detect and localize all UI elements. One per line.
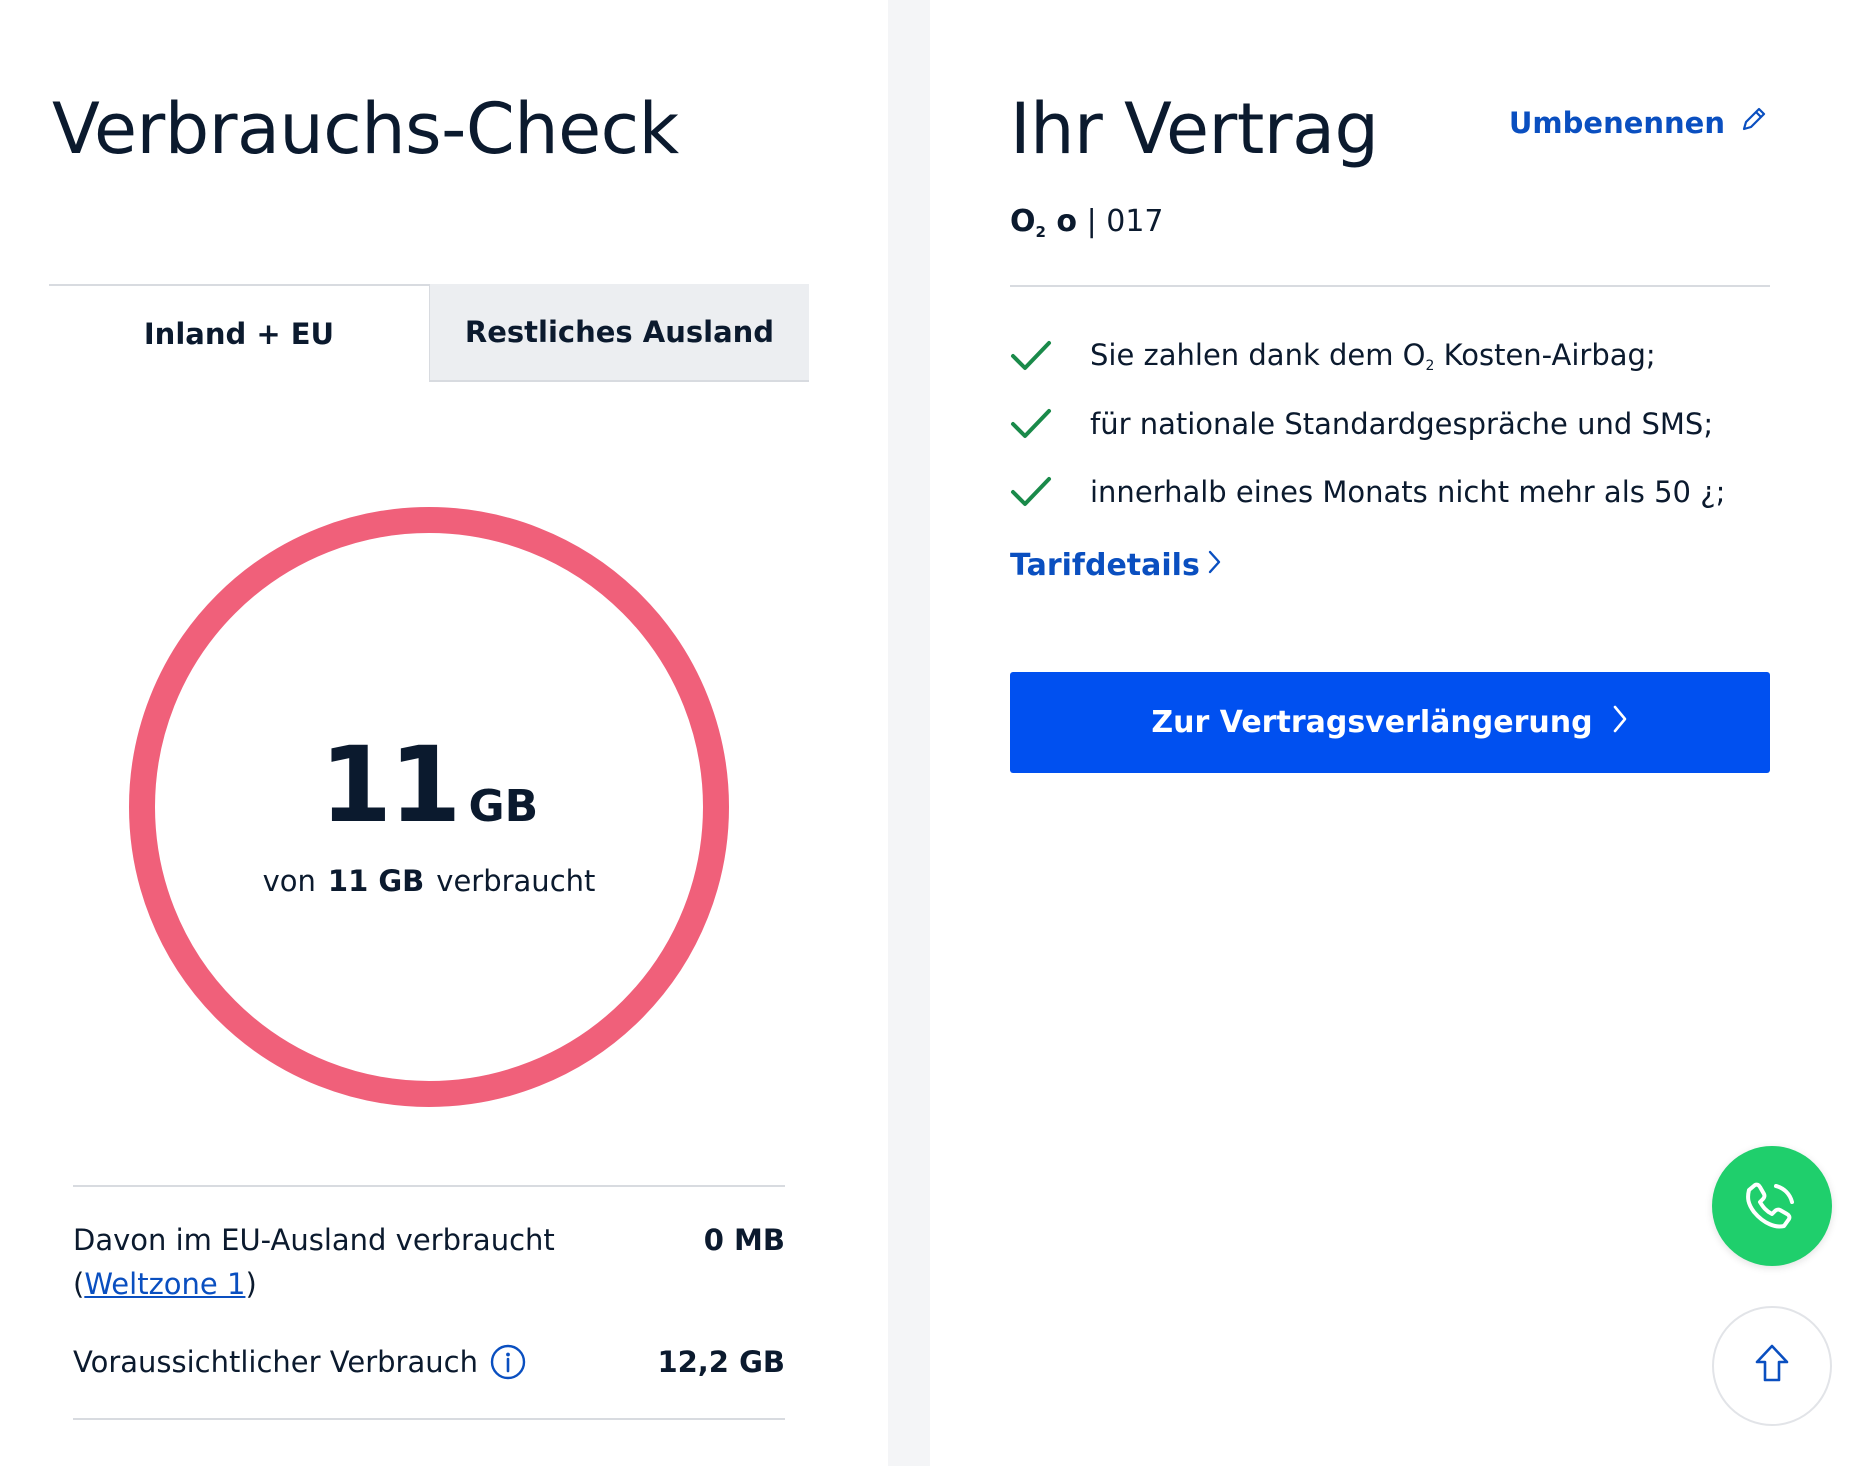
divider xyxy=(1010,285,1770,287)
feature-item: Sie zahlen dank dem O2 Kosten-Airbag; xyxy=(1010,322,1725,390)
info-icon[interactable] xyxy=(490,1344,526,1380)
chevron-right-icon xyxy=(1611,704,1629,742)
contract-card: Ihr Vertrag Umbenennen O2 o | 017 Sie za… xyxy=(930,0,1849,1466)
call-button[interactable] xyxy=(1712,1146,1832,1266)
tarifdetails-label: Tarifdetails xyxy=(1010,548,1200,583)
forecast-row: Voraussichtlicher Verbrauch 12,2 GB xyxy=(73,1340,785,1384)
forecast-label: Voraussichtlicher Verbrauch xyxy=(73,1345,478,1379)
eu-usage-value: 0 MB xyxy=(703,1223,785,1257)
checkmark-icon xyxy=(1011,409,1051,438)
feature-list: Sie zahlen dank dem O2 Kosten-Airbag; fü… xyxy=(1010,322,1725,526)
pencil-icon xyxy=(1739,104,1769,141)
usage-caption-prefix: von xyxy=(262,864,316,898)
region-tabs: Inland + EU Restliches Ausland xyxy=(49,284,809,382)
feature-item: innerhalb eines Monats nicht mehr als 50… xyxy=(1010,458,1725,526)
forecast-value: 12,2 GB xyxy=(657,1345,785,1379)
checkmark-icon xyxy=(1011,477,1051,506)
brand-o: O xyxy=(1010,204,1036,239)
usage-gauge: 11 GB von 11 GB verbraucht xyxy=(128,506,730,1108)
feature-item: für nationale Standardgespräche und SMS; xyxy=(1010,390,1725,458)
chevron-right-icon xyxy=(1206,548,1224,583)
feature-text: für nationale Standardgespräche und SMS; xyxy=(1090,407,1714,441)
brand-o2: O2 o xyxy=(1010,204,1078,241)
checkmark-icon xyxy=(1011,341,1051,370)
feature-text: innerhalb eines Monats nicht mehr als 50… xyxy=(1090,475,1726,509)
tariff-separator: | xyxy=(1086,204,1097,239)
brand-suffix: o xyxy=(1056,204,1078,239)
phone-icon xyxy=(1740,1172,1804,1240)
usage-card-title: Verbrauchs-Check xyxy=(52,88,679,170)
eu-usage-row: Davon im EU-Ausland verbraucht (Weltzone… xyxy=(73,1218,785,1306)
divider xyxy=(73,1185,785,1187)
usage-amount-unit: GB xyxy=(468,781,539,832)
tariff-name: O2 o | 017 xyxy=(1010,204,1164,241)
eu-usage-label-end: ) xyxy=(245,1267,257,1301)
usage-caption: von 11 GB verbraucht xyxy=(128,864,730,898)
contract-extension-label: Zur Vertragsverlängerung xyxy=(1151,705,1593,740)
scroll-to-top-button[interactable] xyxy=(1712,1306,1832,1426)
weltzone-link[interactable]: Weltzone 1 xyxy=(84,1267,245,1301)
tariff-number: 017 xyxy=(1106,204,1164,239)
usage-amount-value: 11 xyxy=(319,724,462,846)
arrow-up-icon xyxy=(1752,1342,1792,1390)
usage-caption-suffix: verbraucht xyxy=(436,864,596,898)
eu-usage-label: Davon im EU-Ausland verbraucht (Weltzone… xyxy=(73,1218,693,1306)
brand-sub: 2 xyxy=(1035,223,1046,241)
tab-restliches-ausland[interactable]: Restliches Ausland xyxy=(429,284,809,382)
usage-amount: 11 GB xyxy=(128,724,730,846)
rename-link[interactable]: Umbenennen xyxy=(1509,104,1769,141)
usage-caption-total: 11 GB xyxy=(327,864,425,898)
feature-text: Sie zahlen dank dem O2 Kosten-Airbag; xyxy=(1090,338,1656,374)
usage-card: Verbrauchs-Check Inland + EU Restliches … xyxy=(0,0,888,1466)
tarifdetails-link[interactable]: Tarifdetails xyxy=(1010,548,1224,583)
rename-label: Umbenennen xyxy=(1508,105,1725,140)
tab-inland-eu[interactable]: Inland + EU xyxy=(49,284,429,382)
contract-extension-button[interactable]: Zur Vertragsverlängerung xyxy=(1010,672,1770,773)
contract-card-title: Ihr Vertrag xyxy=(1010,88,1379,170)
divider xyxy=(73,1418,785,1420)
